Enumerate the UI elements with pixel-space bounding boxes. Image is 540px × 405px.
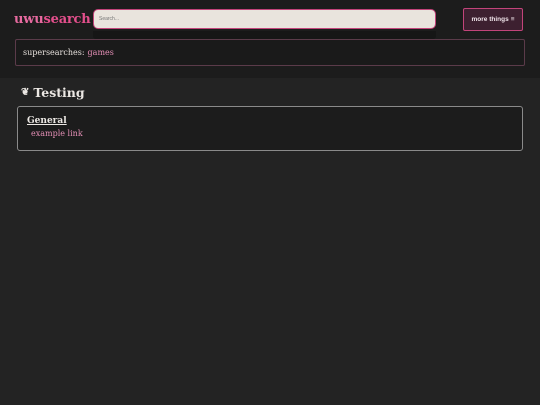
fleuron-icon: ❦ [21, 87, 30, 98]
card-link-example[interactable]: example link [31, 129, 83, 138]
supersearches-label: supersearches: [23, 48, 85, 57]
logo-search-text: search [43, 12, 91, 27]
section-title: ❦ Testing [21, 85, 85, 100]
supersearch-link-games[interactable]: games [88, 48, 114, 57]
supersearches-bar: supersearches: games [15, 39, 525, 66]
card-heading[interactable]: General [27, 116, 67, 126]
more-things-label: more things [471, 16, 509, 23]
more-things-button[interactable]: more things ≡ [463, 8, 523, 31]
header-bar: uwusearch more things ≡ supersearches: g… [0, 0, 540, 78]
search-input[interactable] [93, 9, 436, 29]
search-suggestions-strip [93, 31, 436, 39]
site-logo[interactable]: uwusearch [14, 12, 91, 27]
section-title-text: Testing [33, 85, 85, 100]
link-card-general: General example link [17, 106, 523, 151]
menu-icon: ≡ [510, 16, 515, 23]
logo-uwu-text: uwu [14, 12, 44, 27]
